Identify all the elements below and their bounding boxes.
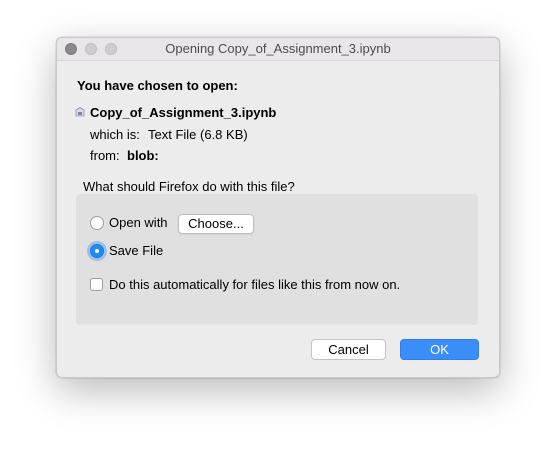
save-file-radio[interactable]	[90, 244, 104, 258]
file-type-value: Text File (6.8 KB)	[148, 127, 248, 142]
window-title: Opening Copy_of_Assignment_3.ipynb	[165, 41, 391, 56]
dialog-heading: You have chosen to open:	[77, 78, 238, 93]
cancel-button[interactable]: Cancel	[311, 339, 386, 360]
choose-application-button[interactable]: Choose...	[178, 214, 254, 234]
open-with-label[interactable]: Open with	[109, 215, 168, 230]
download-dialog-window: Opening Copy_of_Assignment_3.ipynb You h…	[56, 37, 500, 378]
from-label: from:	[90, 148, 120, 163]
file-source-value: blob:	[127, 148, 159, 163]
file-name: Copy_of_Assignment_3.ipynb	[90, 105, 277, 120]
file-source-row: from: blob:	[90, 148, 159, 163]
title-bar[interactable]: Opening Copy_of_Assignment_3.ipynb	[57, 38, 499, 61]
save-file-label[interactable]: Save File	[109, 243, 163, 258]
options-panel	[76, 194, 478, 325]
document-icon	[75, 107, 85, 117]
auto-action-label[interactable]: Do this automatically for files like thi…	[109, 277, 400, 292]
which-is-label: which is:	[90, 127, 140, 142]
auto-action-checkbox[interactable]	[90, 278, 103, 291]
action-question: What should Firefox do with this file?	[83, 179, 295, 194]
file-type-row: which is: Text File (6.8 KB)	[90, 127, 248, 142]
open-with-radio[interactable]	[90, 216, 104, 230]
ok-button[interactable]: OK	[400, 339, 479, 360]
